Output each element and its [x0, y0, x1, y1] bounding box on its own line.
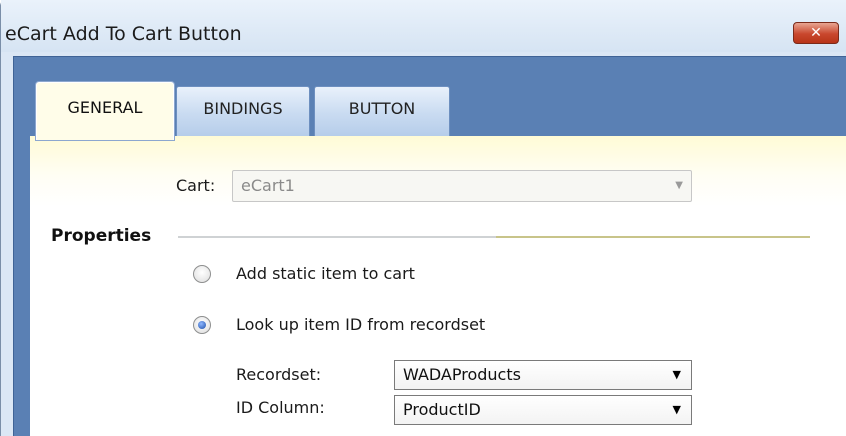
id-column-label: ID Column:: [236, 398, 325, 417]
radio-selected-dot: [198, 321, 206, 329]
section-divider: [178, 236, 496, 238]
radio-lookup-recordset[interactable]: [193, 316, 211, 334]
chevron-down-icon: ▼: [675, 180, 683, 191]
section-divider-accent: [496, 236, 810, 238]
cart-label: Cart:: [176, 176, 216, 195]
properties-heading: Properties: [51, 226, 152, 246]
radio-lookup-recordset-label[interactable]: Look up item ID from recordset: [236, 315, 485, 334]
general-panel-content: Cart: eCart1 ▼ Properties Add static ite…: [0, 0, 846, 436]
chevron-down-icon: ▼: [672, 403, 681, 416]
radio-add-static-item-label[interactable]: Add static item to cart: [236, 264, 415, 283]
cart-select-value: eCart1: [241, 176, 295, 195]
recordset-label: Recordset:: [236, 365, 322, 384]
id-column-select[interactable]: ProductID ▼: [394, 395, 692, 425]
chevron-down-icon: ▼: [672, 368, 681, 381]
recordset-select[interactable]: WADAProducts ▼: [394, 360, 692, 390]
recordset-select-value: WADAProducts: [403, 365, 521, 384]
id-column-select-value: ProductID: [403, 400, 481, 419]
cart-select: eCart1 ▼: [232, 170, 692, 202]
radio-add-static-item[interactable]: [193, 265, 211, 283]
